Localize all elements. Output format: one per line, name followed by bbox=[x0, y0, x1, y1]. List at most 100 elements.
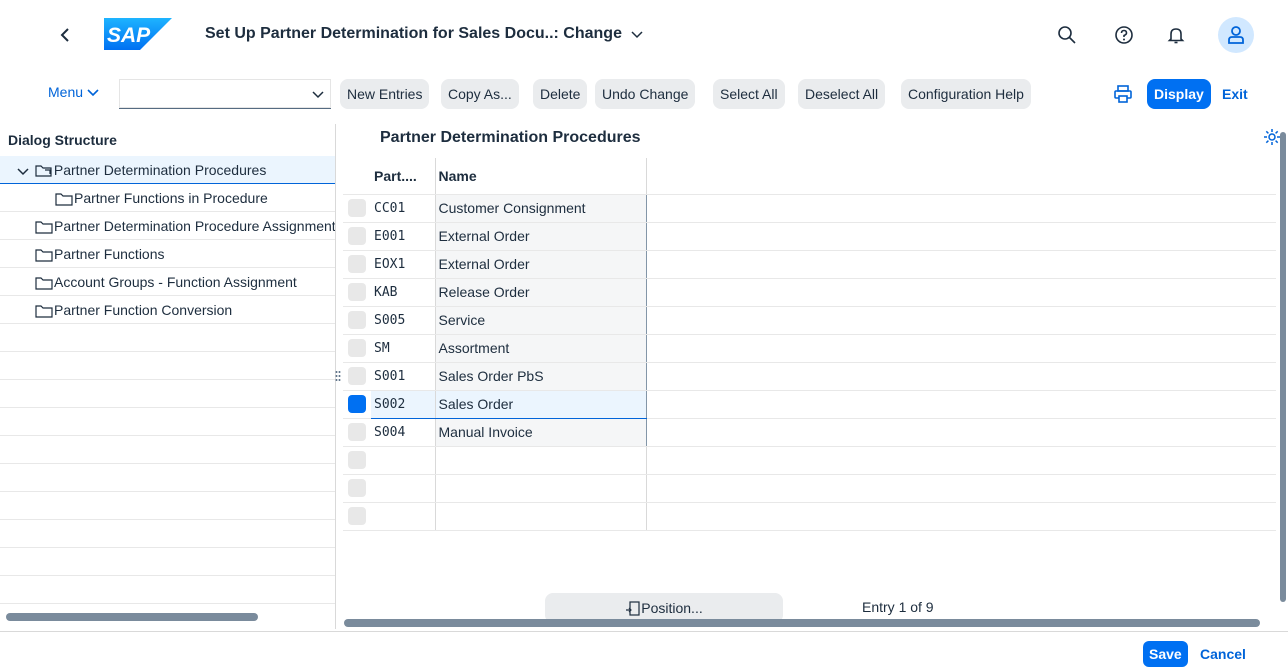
folder-icon bbox=[35, 221, 53, 234]
row-selector[interactable] bbox=[348, 199, 366, 217]
table-row[interactable]: KAB Release Order bbox=[343, 278, 1276, 307]
procedures-panel: Partner Determination Procedures Part...… bbox=[343, 124, 1288, 629]
tree-item-partner-determination-procedures[interactable]: Partner Determination Procedures bbox=[0, 156, 335, 184]
tree-item-partner-functions-in-procedure[interactable]: Partner Functions in Procedure bbox=[0, 184, 335, 212]
column-header-name[interactable]: Name bbox=[435, 158, 647, 195]
help-icon[interactable] bbox=[1113, 24, 1135, 46]
cell-code[interactable]: CC01 bbox=[371, 194, 436, 223]
tree-item-partner-determination-procedure-assignment[interactable]: Partner Determination Procedure Assignme… bbox=[0, 212, 335, 240]
back-icon[interactable] bbox=[54, 24, 76, 46]
copy-as-button[interactable]: Copy As... bbox=[441, 79, 519, 109]
deselect-all-button[interactable]: Deselect All bbox=[798, 79, 886, 109]
row-selector[interactable] bbox=[348, 479, 366, 497]
cell-name[interactable] bbox=[435, 446, 647, 475]
row-selector[interactable] bbox=[348, 227, 366, 245]
tree-item-label: Partner Determination Procedure Assignme… bbox=[54, 218, 335, 234]
tree-empty-row bbox=[0, 436, 335, 464]
tree-item-partner-functions[interactable]: Partner Functions bbox=[0, 240, 335, 268]
entry-counter: Entry 1 of 9 bbox=[862, 599, 934, 615]
table-vertical-scrollbar[interactable] bbox=[1280, 132, 1286, 602]
table-row[interactable]: EOX1 External Order bbox=[343, 250, 1276, 279]
tree-item-partner-function-conversion[interactable]: Partner Function Conversion bbox=[0, 296, 335, 324]
splitter-handle-icon[interactable] bbox=[335, 370, 341, 384]
table-row[interactable]: SM Assortment bbox=[343, 334, 1276, 363]
cell-code[interactable]: S005 bbox=[371, 306, 436, 335]
cell-name[interactable]: External Order bbox=[435, 222, 647, 251]
table-row[interactable]: CC01 Customer Consignment bbox=[343, 194, 1276, 223]
select-all-button[interactable]: Select All bbox=[713, 79, 785, 109]
table-row-empty[interactable] bbox=[343, 446, 1276, 475]
menu-button[interactable]: Menu bbox=[48, 84, 99, 100]
configuration-help-button[interactable]: Configuration Help bbox=[901, 79, 1031, 109]
table-row-empty[interactable] bbox=[343, 474, 1276, 503]
cell-code[interactable]: S004 bbox=[371, 418, 436, 447]
command-combobox[interactable] bbox=[119, 79, 331, 109]
cell-code[interactable] bbox=[371, 474, 436, 503]
table-row[interactable]: S005 Service bbox=[343, 306, 1276, 335]
cell-code[interactable]: E001 bbox=[371, 222, 436, 251]
table-row[interactable]: S004 Manual Invoice bbox=[343, 418, 1276, 447]
table-filler bbox=[646, 306, 1276, 335]
row-selector[interactable] bbox=[348, 367, 366, 385]
cell-code[interactable] bbox=[371, 502, 436, 531]
search-icon[interactable] bbox=[1056, 24, 1078, 46]
row-selector[interactable] bbox=[348, 395, 366, 413]
position-icon bbox=[626, 601, 640, 616]
table-filler bbox=[646, 362, 1276, 391]
row-selector[interactable] bbox=[348, 423, 366, 441]
title-chevron-icon[interactable] bbox=[630, 27, 644, 41]
table-row-selected[interactable]: S002 Sales Order bbox=[343, 390, 1276, 419]
cell-code[interactable]: KAB bbox=[371, 278, 436, 307]
column-header-partner[interactable]: Part.... bbox=[371, 158, 436, 195]
chevron-down-icon[interactable] bbox=[16, 164, 30, 178]
app-title[interactable]: Set Up Partner Determination for Sales D… bbox=[205, 25, 644, 43]
avatar[interactable] bbox=[1218, 17, 1254, 53]
cell-name[interactable] bbox=[435, 474, 647, 503]
cell-name[interactable]: Release Order bbox=[435, 278, 647, 307]
row-selector[interactable] bbox=[348, 507, 366, 525]
undo-change-button[interactable]: Undo Change bbox=[595, 79, 696, 109]
row-selector[interactable] bbox=[348, 283, 366, 301]
delete-button[interactable]: Delete bbox=[533, 79, 588, 109]
toolbar: Menu New Entries Copy As... Delete Undo … bbox=[0, 76, 1288, 112]
cell-code[interactable]: SM bbox=[371, 334, 436, 363]
row-selector[interactable] bbox=[348, 451, 366, 469]
cell-name[interactable]: Manual Invoice bbox=[435, 418, 647, 447]
row-selector[interactable] bbox=[348, 311, 366, 329]
row-selector[interactable] bbox=[348, 255, 366, 273]
cell-name[interactable]: Customer Consignment bbox=[435, 194, 647, 223]
table-row-empty[interactable] bbox=[343, 502, 1276, 531]
table-horizontal-scrollbar[interactable] bbox=[344, 619, 1260, 627]
menu-button-label: Menu bbox=[48, 84, 84, 100]
table-row[interactable]: S001 Sales Order PbS bbox=[343, 362, 1276, 391]
cell-name[interactable]: Service bbox=[435, 306, 647, 335]
cell-name[interactable]: Sales Order PbS bbox=[435, 362, 647, 391]
cell-name[interactable]: External Order bbox=[435, 250, 647, 279]
cell-code[interactable] bbox=[371, 446, 436, 475]
svg-text:SAP: SAP bbox=[107, 24, 151, 47]
gear-icon[interactable] bbox=[1263, 128, 1281, 146]
shell-bar: SAP Set Up Partner Determination for Sal… bbox=[0, 0, 1288, 72]
tree-item-account-groups-function-assignment[interactable]: Account Groups - Function Assignment bbox=[0, 268, 335, 296]
table-row[interactable]: E001 External Order bbox=[343, 222, 1276, 251]
cell-name[interactable] bbox=[435, 502, 647, 531]
save-button[interactable]: Save bbox=[1143, 641, 1188, 667]
chevron-down-icon[interactable] bbox=[311, 87, 325, 101]
left-horizontal-scrollbar[interactable] bbox=[6, 613, 258, 621]
cell-code[interactable]: S001 bbox=[371, 362, 436, 391]
print-icon[interactable] bbox=[1113, 84, 1133, 104]
table-header-row: Part.... Name bbox=[343, 158, 1276, 195]
display-button[interactable]: Display bbox=[1147, 79, 1211, 109]
dialog-structure-panel: Dialog Structure Partner Determination P… bbox=[0, 124, 336, 629]
cell-code[interactable]: S002 bbox=[371, 390, 436, 419]
exit-button[interactable]: Exit bbox=[1222, 86, 1248, 102]
table-filler bbox=[646, 502, 1276, 531]
cancel-button[interactable]: Cancel bbox=[1200, 646, 1246, 662]
cell-code[interactable]: EOX1 bbox=[371, 250, 436, 279]
row-selector[interactable] bbox=[348, 339, 366, 357]
new-entries-button[interactable]: New Entries bbox=[340, 79, 430, 109]
cell-name[interactable]: Assortment bbox=[435, 334, 647, 363]
table-filler bbox=[646, 446, 1276, 475]
cell-name[interactable]: Sales Order bbox=[435, 390, 647, 419]
bell-icon[interactable] bbox=[1165, 24, 1187, 46]
